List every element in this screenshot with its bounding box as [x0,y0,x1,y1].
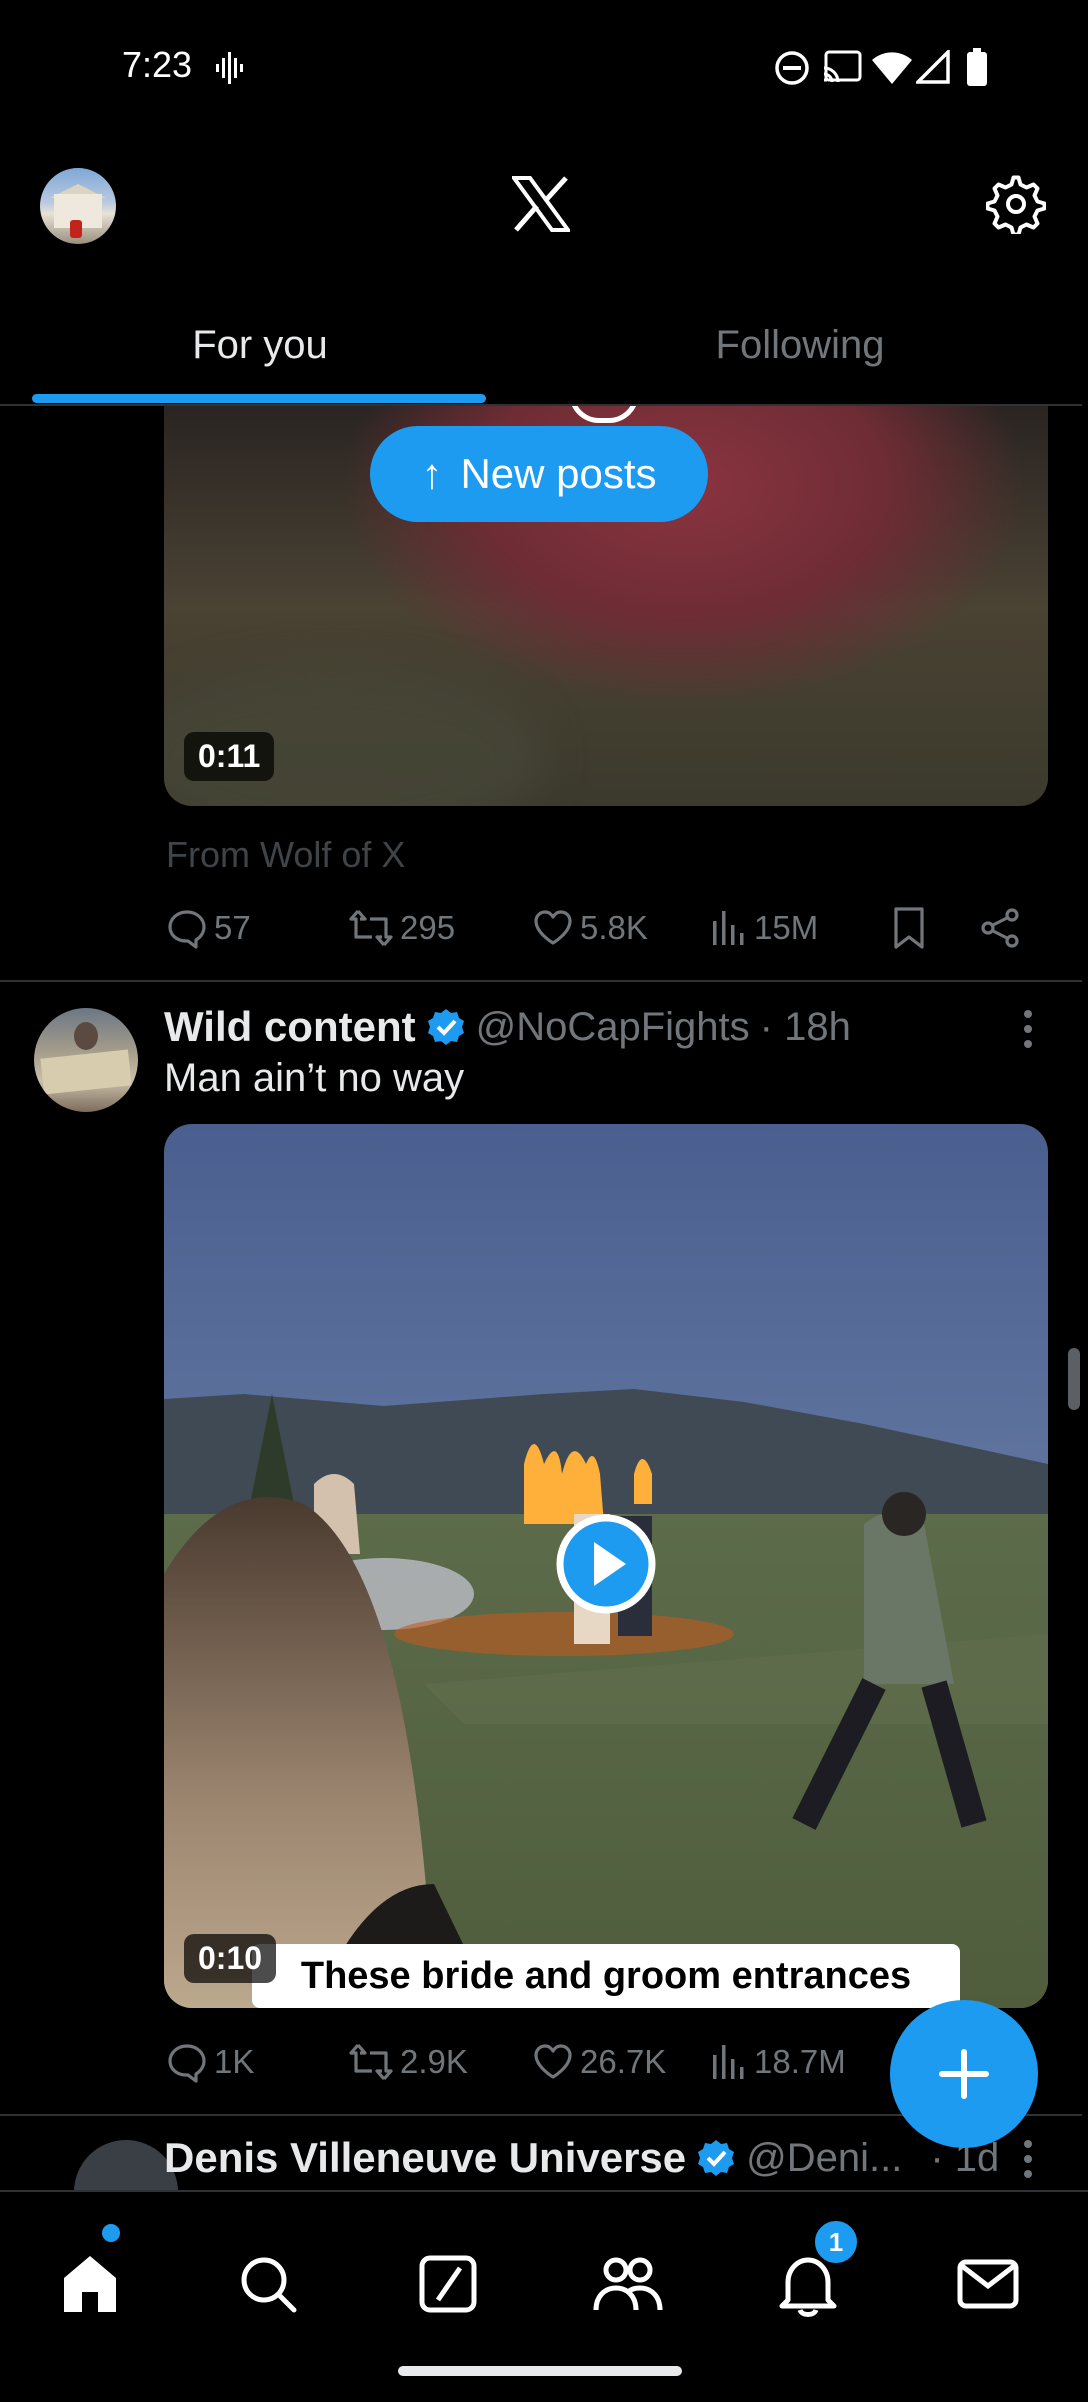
plus-icon [939,2049,989,2099]
video-duration: 0:11 [184,732,275,781]
author-name[interactable]: Denis Villeneuve Universe [164,2134,686,2182]
bookmark-icon [894,907,924,949]
scrollbar-thumb[interactable] [1068,1348,1080,1410]
views-chart-icon [713,911,744,945]
views-chart-icon [713,2045,744,2079]
author-avatar[interactable] [34,1008,138,1112]
like-count: 5.8K [580,909,648,946]
repost-count: 2.9K [400,2043,468,2080]
like-count: 26.7K [580,2043,667,2080]
sound-wave-icon [216,52,243,84]
reply-count: 1K [214,2043,255,2080]
status-time: 7:23 [122,44,193,85]
post-divider [0,980,1082,982]
post-header: Wild content @NoCapFights · 18h [164,1000,851,1054]
settings-gear-icon[interactable] [986,174,1046,234]
post-timestamp: · 18h [759,1004,851,1049]
reply-icon [168,910,206,949]
heart-icon [534,910,572,945]
messages-icon[interactable] [948,2244,1028,2324]
post-attribution: From Wolf of X [166,834,406,875]
wifi-icon [872,52,912,84]
video-frame [164,1124,1048,2008]
arrow-up-icon: ↑ [421,450,443,497]
x-logo-icon [512,176,570,232]
grok-icon[interactable] [408,2244,488,2324]
share-button[interactable] [978,898,1022,958]
cast-icon [823,50,862,83]
view-count: 15M [754,909,819,946]
share-icon [981,908,1019,948]
reply-button[interactable]: 1K [166,2032,254,2092]
repost-button[interactable]: 2.9K [348,2032,468,2092]
video-caption: These bride and groom entrances [252,1944,960,2008]
reply-count: 57 [214,909,251,946]
author-handle[interactable]: @NoCapFights [476,1005,750,1050]
battery-icon [967,48,987,86]
new-posts-label: New posts [460,450,657,497]
signal-icon [916,50,950,84]
bookmark-button[interactable] [890,898,928,958]
view-count: 18.7M [754,2043,846,2080]
system-home-indicator[interactable] [398,2366,682,2376]
views-button[interactable]: 18.7M [710,2032,846,2092]
video-duration: 0:10 [184,1934,277,1983]
post-header: Denis Villeneuve Universe @Deni... · 1d [164,2130,999,2186]
heart-icon [534,2044,572,2079]
communities-icon[interactable] [588,2244,668,2324]
post-actions: 57 295 5.8K 15M [166,898,1036,958]
tab-following[interactable]: Following [544,300,1056,390]
like-button[interactable]: 26.7K [532,2032,666,2092]
tab-for-you[interactable]: For you [0,300,520,390]
reply-icon [168,2044,206,2083]
post-video[interactable]: These bride and groom entrances 0:10 [164,1124,1048,2008]
views-button[interactable]: 15M [710,898,818,958]
repost-count: 295 [400,909,456,946]
repost-icon [349,909,393,947]
home-unread-dot [102,2224,120,2242]
profile-avatar[interactable] [40,168,116,244]
more-options-icon[interactable] [1008,1004,1048,1054]
author-handle[interactable]: @Deni... [746,2136,902,2181]
reply-button[interactable]: 57 [166,898,251,958]
new-posts-button[interactable]: ↑ New posts [370,426,708,522]
notifications-badge: 1 [812,2218,860,2266]
verified-badge-icon [427,1009,464,1045]
active-tab-indicator [32,394,486,403]
post-text: Man ain’t no way [164,1056,465,1100]
repost-icon [349,2043,393,2081]
verified-badge-icon [698,2140,735,2176]
dnd-icon [775,51,809,85]
repost-button[interactable]: 295 [348,898,455,958]
like-button[interactable]: 5.8K [532,898,648,958]
search-icon[interactable] [228,2244,308,2324]
compose-post-button[interactable] [890,2000,1038,2148]
home-icon[interactable] [50,2244,130,2324]
author-name[interactable]: Wild content [164,1003,416,1051]
